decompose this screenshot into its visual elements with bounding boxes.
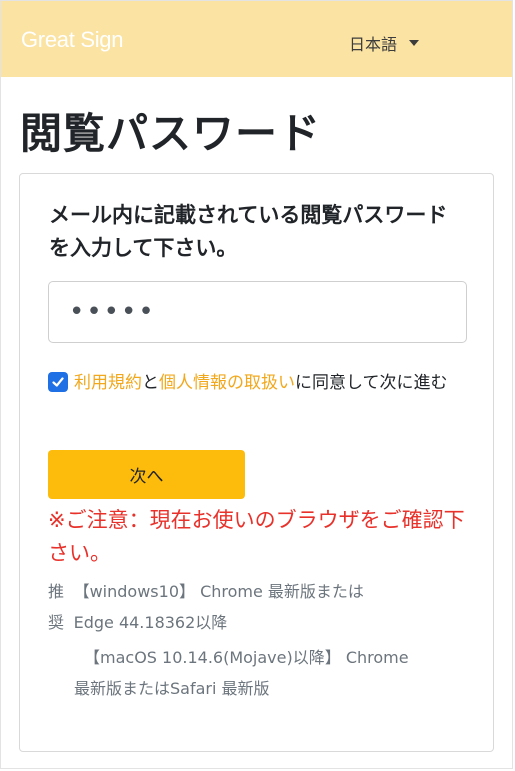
language-dropdown[interactable]: 日本語	[349, 31, 420, 55]
page-title: 閲覧パスワード	[20, 109, 322, 158]
agree-text: 利用規約と個人情報の取扱いに同意して次に進む	[48, 369, 463, 397]
password-card: メール内に記載されている閲覧パスワードを入力して下さい。 利用規約と個人情報の取…	[19, 173, 494, 752]
agree-suffix: に同意して次に進む	[295, 373, 448, 393]
caret-down-icon	[409, 40, 420, 46]
navbar: Great Sign 日本語	[1, 1, 512, 77]
browser-notice: ※ご注意：現在お使いのブラウザをご確認下さい。	[48, 508, 465, 565]
card-heading: メール内に記載されている閲覧パスワードを入力して下さい。	[49, 203, 448, 260]
recommend-mac-line1: 【macOS 10.14.6(Mojave)以降】 Chrome	[84, 648, 409, 667]
next-button[interactable]: 次へ	[48, 450, 245, 499]
recommended-browsers: 推奨 【windows10】 Chrome 最新版または Edge 44.183…	[48, 576, 468, 704]
privacy-link[interactable]: 個人情報の取扱い	[159, 373, 295, 393]
agree-checkbox[interactable]	[48, 372, 68, 392]
password-input[interactable]	[48, 281, 467, 343]
recommend-windows-line1: 【windows10】 Chrome 最新版または	[73, 582, 364, 601]
language-label: 日本語	[349, 35, 398, 54]
agree-row: 利用規約と個人情報の取扱いに同意して次に進む	[48, 369, 463, 397]
checkmark-icon	[52, 377, 64, 387]
agree-conjunction: と	[142, 373, 159, 393]
recommend-windows-line2: Edge 44.18362以降	[73, 613, 228, 632]
terms-link[interactable]: 利用規約	[74, 373, 142, 393]
brand-logo[interactable]: Great Sign	[21, 27, 123, 53]
recommend-mac-line2: 最新版またはSafari 最新版	[74, 679, 270, 698]
recommend-mark: 推奨	[48, 582, 65, 632]
